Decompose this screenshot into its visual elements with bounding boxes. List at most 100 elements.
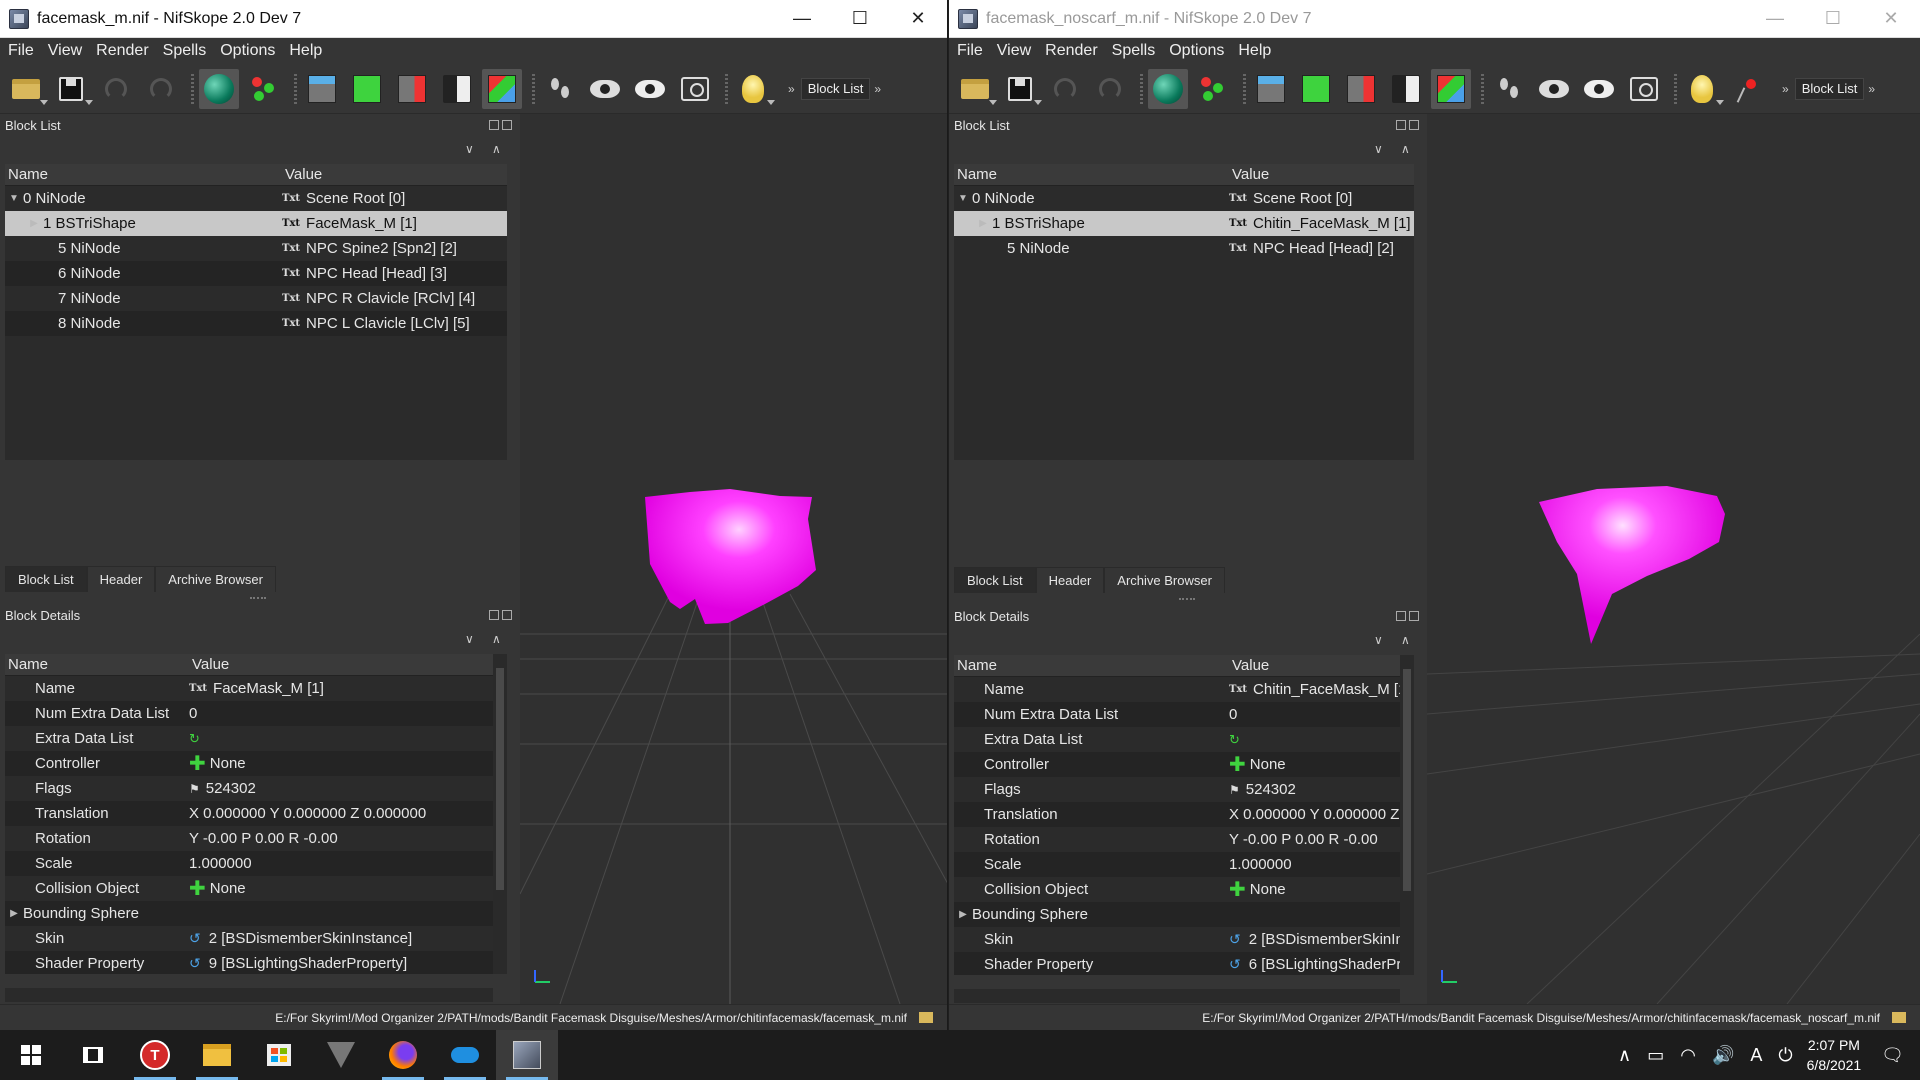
tree-row-selected[interactable]: ▶ 1 BSTriShape Txt FaceMask_M [1]: [5, 211, 507, 236]
detail-row[interactable]: Extra Data List ↻: [5, 726, 507, 751]
walk-mode-button[interactable]: [540, 69, 580, 109]
name-column-header[interactable]: Name: [954, 655, 1229, 676]
scrollbar-thumb[interactable]: [496, 668, 504, 890]
lighting-button[interactable]: [733, 69, 775, 109]
mesh-facemask[interactable]: [645, 489, 816, 624]
view-flip-button[interactable]: [437, 69, 477, 109]
detail-row[interactable]: Translation X 0.000000 Y 0.000000 Z 0.000…: [954, 802, 1414, 827]
tree-row-selected[interactable]: ▶ 1 BSTriShape Txt Chitin_FaceMask_M [1]: [954, 211, 1414, 236]
collapse-down-icon[interactable]: ∨: [465, 142, 474, 156]
power-icon[interactable]: ⏻: [1778, 1045, 1792, 1066]
collapse-up-icon[interactable]: ∧: [492, 142, 501, 156]
3d-viewport[interactable]: [1427, 114, 1920, 1030]
tab-block-list[interactable]: Block List: [954, 567, 1036, 593]
splitter-handle[interactable]: [1179, 598, 1195, 602]
detail-row[interactable]: Flags ⚑ 524302: [954, 777, 1414, 802]
3d-viewport[interactable]: [520, 114, 947, 1030]
view-top-button[interactable]: [1251, 69, 1291, 109]
view-top-button[interactable]: [302, 69, 342, 109]
show-hidden-button[interactable]: [585, 69, 625, 109]
menu-help[interactable]: Help: [289, 42, 322, 60]
lighting-button[interactable]: [1682, 69, 1724, 109]
tab-archive-browser[interactable]: Archive Browser: [155, 566, 276, 592]
name-column-header[interactable]: Name: [954, 164, 1229, 185]
close-dock-icon[interactable]: [502, 120, 512, 130]
taskbar-app-t[interactable]: T: [124, 1030, 186, 1080]
detail-row[interactable]: Num Extra Data List 0: [954, 702, 1414, 727]
title-bar[interactable]: facemask_noscarf_m.nif - NifSkope 2.0 De…: [949, 0, 1920, 38]
value-column-header[interactable]: Value: [1229, 655, 1269, 676]
detail-row[interactable]: Shader Property ↺ 6 [BSLightingShaderPrope…: [954, 952, 1414, 975]
collapse-up-icon[interactable]: ∧: [492, 632, 501, 646]
view-front-button[interactable]: [347, 69, 387, 109]
view-flip-button[interactable]: [1386, 69, 1426, 109]
link-icon[interactable]: ↺: [189, 930, 201, 947]
taskbar-predator-sense[interactable]: [310, 1030, 372, 1080]
detail-row[interactable]: Scale 1.000000: [954, 852, 1414, 877]
refresh-icon[interactable]: ↻: [189, 731, 200, 747]
view-side-button[interactable]: [1341, 69, 1381, 109]
tab-block-list[interactable]: Block List: [5, 566, 87, 592]
tab-header[interactable]: Header: [1035, 567, 1105, 593]
tree-row[interactable]: 7 NiNode Txt NPC R Clavicle [RClv] [4]: [5, 286, 507, 311]
detail-row[interactable]: Translation X 0.000000 Y 0.000000 Z 0.000…: [5, 801, 507, 826]
menu-options[interactable]: Options: [1169, 42, 1224, 60]
open-file-button[interactable]: [955, 69, 997, 109]
collapse-arrow-icon[interactable]: ▶: [25, 218, 43, 229]
tab-header[interactable]: Header: [86, 566, 156, 592]
menu-spells[interactable]: Spells: [163, 42, 207, 60]
toolbar-overflow-icon[interactable]: »: [1868, 82, 1875, 96]
close-dock-icon[interactable]: [1409, 611, 1419, 621]
start-button[interactable]: [0, 1030, 62, 1080]
toolbar-overflow-icon[interactable]: »: [788, 82, 795, 96]
show-markers-button[interactable]: [1579, 69, 1619, 109]
title-bar[interactable]: facemask_m.nif - NifSkope 2.0 Dev 7 — ☐ …: [0, 0, 947, 38]
tree-row[interactable]: ▼ 0 NiNode Txt Scene Root [0]: [954, 186, 1414, 211]
undo-button[interactable]: [1045, 69, 1085, 109]
maximize-button[interactable]: ☐: [831, 0, 889, 38]
taskbar-store[interactable]: [248, 1030, 310, 1080]
expand-arrow-icon[interactable]: ▼: [954, 193, 972, 204]
scrollbar-thumb[interactable]: [1403, 669, 1411, 891]
close-button[interactable]: ✕: [1862, 0, 1920, 38]
redo-button[interactable]: [1090, 69, 1130, 109]
float-icon[interactable]: [489, 120, 499, 130]
select-object-button[interactable]: [1148, 68, 1188, 109]
undo-button[interactable]: [96, 69, 136, 109]
detail-row[interactable]: Controller ✚ None: [5, 751, 507, 776]
detail-row[interactable]: Collision Object ✚ None: [954, 877, 1414, 902]
tab-archive-browser[interactable]: Archive Browser: [1104, 567, 1225, 593]
clock[interactable]: 2:07 PM 6/8/2021: [1807, 1035, 1862, 1075]
open-file-button[interactable]: [6, 69, 48, 109]
minimize-button[interactable]: —: [1746, 0, 1804, 38]
link-icon[interactable]: ↺: [1229, 931, 1241, 948]
detail-row[interactable]: Flags ⚑ 524302: [5, 776, 507, 801]
detail-row[interactable]: Rotation Y -0.00 P 0.00 R -0.00: [5, 826, 507, 851]
save-button[interactable]: [1000, 69, 1042, 109]
screenshot-button[interactable]: [1624, 69, 1664, 109]
view-side-button[interactable]: [392, 69, 432, 109]
menu-help[interactable]: Help: [1238, 42, 1271, 60]
view-user-button[interactable]: [1431, 68, 1471, 109]
value-column-header[interactable]: Value: [189, 654, 229, 675]
show-hidden-button[interactable]: [1534, 69, 1574, 109]
collapse-arrow-icon[interactable]: ▶: [974, 218, 992, 229]
select-vertex-button[interactable]: [1193, 69, 1233, 109]
detail-row[interactable]: Skin ↺ 2 [BSDismemberSkinInstance]: [5, 926, 507, 951]
view-front-button[interactable]: [1296, 69, 1336, 109]
toolbar-overflow-icon[interactable]: »: [1782, 82, 1789, 96]
name-column-header[interactable]: Name: [5, 164, 282, 185]
collapse-up-icon[interactable]: ∧: [1401, 633, 1410, 647]
collapse-down-icon[interactable]: ∨: [465, 632, 474, 646]
close-dock-icon[interactable]: [1409, 120, 1419, 130]
menu-view[interactable]: View: [48, 42, 82, 60]
tree-row[interactable]: 5 NiNode Txt NPC Head [Head] [2]: [954, 236, 1414, 261]
menu-options[interactable]: Options: [220, 42, 275, 60]
tree-row[interactable]: 8 NiNode Txt NPC L Clavicle [LClv] [5]: [5, 311, 507, 336]
taskbar-app-blue[interactable]: [434, 1030, 496, 1080]
taskbar-nifskope[interactable]: [496, 1030, 558, 1080]
float-icon[interactable]: [1396, 611, 1406, 621]
screenshot-button[interactable]: [675, 69, 715, 109]
menu-render[interactable]: Render: [1045, 42, 1097, 60]
show-markers-button[interactable]: [630, 69, 670, 109]
